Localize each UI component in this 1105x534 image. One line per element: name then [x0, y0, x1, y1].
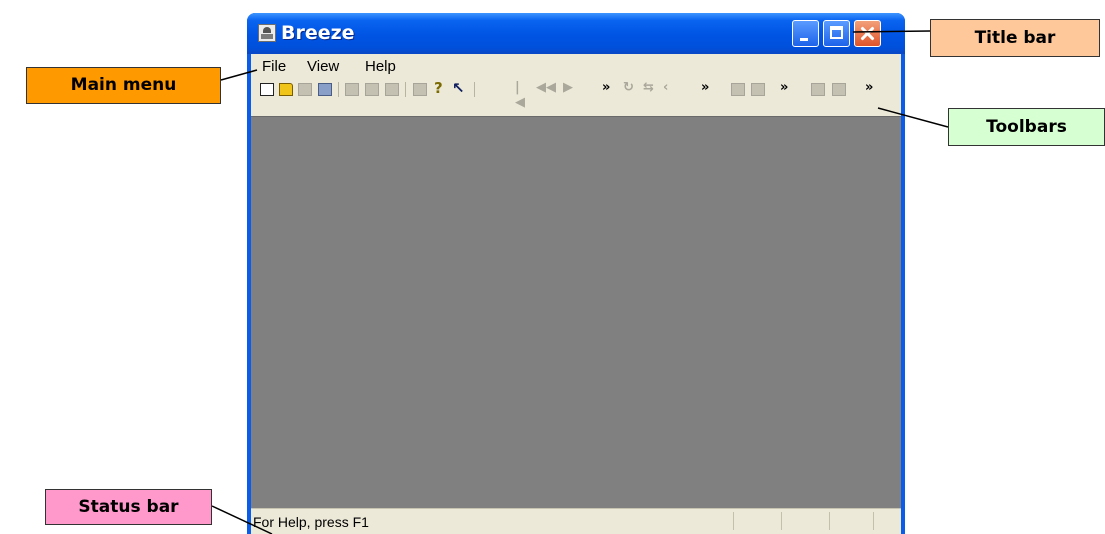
- menu-view[interactable]: View: [307, 58, 339, 75]
- page-icon[interactable]: [811, 83, 825, 96]
- paste-icon[interactable]: [385, 83, 399, 96]
- left-icon[interactable]: [663, 80, 677, 96]
- rotate-icon[interactable]: [623, 80, 637, 96]
- maximize-button[interactable]: [823, 20, 850, 47]
- status-panel: [733, 512, 734, 530]
- open-disabled-icon[interactable]: [298, 83, 312, 96]
- window-title: Breeze: [281, 22, 355, 44]
- rewind-icon[interactable]: [536, 80, 556, 96]
- cut-icon[interactable]: [345, 83, 359, 96]
- status-panel: [781, 512, 782, 530]
- frame2-icon[interactable]: [751, 83, 765, 96]
- save-icon[interactable]: [318, 83, 332, 96]
- copy-icon[interactable]: [365, 83, 379, 96]
- toolbar-separator: [474, 82, 475, 97]
- zoom-icon[interactable]: [643, 80, 657, 96]
- page2-icon[interactable]: [832, 83, 846, 96]
- toolbar-separator: [405, 82, 406, 97]
- status-panel: [829, 512, 830, 530]
- minimize-button[interactable]: [792, 20, 819, 47]
- menu-help[interactable]: Help: [365, 58, 396, 75]
- first-icon[interactable]: [515, 80, 529, 110]
- toolbars: » » » »: [251, 78, 901, 116]
- callout-title-bar: Title bar: [930, 19, 1100, 57]
- title-bar[interactable]: Breeze: [247, 13, 905, 54]
- help-icon[interactable]: [433, 79, 447, 97]
- app-window: Breeze File View Help »: [247, 13, 905, 534]
- context-help-icon[interactable]: [452, 79, 466, 97]
- app-icon[interactable]: [258, 24, 276, 42]
- callout-status-bar: Status bar: [45, 489, 212, 525]
- toolbar-chevron[interactable]: »: [865, 80, 873, 95]
- close-button[interactable]: [854, 20, 881, 47]
- play-icon[interactable]: [563, 80, 577, 96]
- frame-icon[interactable]: [731, 83, 745, 96]
- workspace-area[interactable]: [251, 116, 901, 509]
- size-grip-icon[interactable]: [873, 512, 874, 530]
- toolbar-chevron[interactable]: »: [602, 80, 610, 95]
- main-menu: File View Help: [251, 54, 901, 78]
- status-text: For Help, press F1: [253, 514, 369, 530]
- client-area: File View Help » »: [251, 54, 901, 534]
- print-icon[interactable]: [413, 83, 427, 96]
- toolbar-chevron[interactable]: »: [701, 80, 709, 95]
- status-bar: For Help, press F1: [251, 508, 901, 534]
- menu-file[interactable]: File: [262, 58, 286, 75]
- callout-toolbars: Toolbars: [948, 108, 1105, 146]
- callout-main-menu: Main menu: [26, 67, 221, 104]
- toolbar-chevron[interactable]: »: [780, 80, 788, 95]
- open-icon[interactable]: [279, 83, 293, 96]
- new-icon[interactable]: [260, 83, 274, 96]
- toolbar-separator: [338, 82, 339, 97]
